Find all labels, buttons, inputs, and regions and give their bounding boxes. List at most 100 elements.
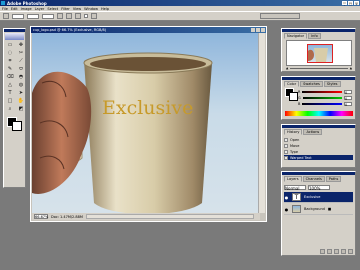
layer-style-icon[interactable] (320, 249, 325, 254)
menu-select[interactable]: Select (47, 7, 58, 11)
menu-layer[interactable]: Layer (35, 7, 45, 11)
opacity-field[interactable]: 100% (308, 185, 330, 191)
tool-icon[interactable]: △ (5, 82, 15, 89)
tool-preset-picker[interactable] (3, 13, 9, 19)
tab-navigator[interactable]: Navigator (284, 33, 308, 39)
tab-layers[interactable]: Layers (284, 176, 302, 182)
history-item[interactable]: Type (284, 149, 353, 154)
tool-icon[interactable]: ⬭ (16, 66, 26, 73)
tab-swatches[interactable]: Swatches (300, 81, 323, 87)
navigator-panel: Navigator Info ▲ ▲ (281, 28, 356, 72)
tool-icon[interactable]: ✂ (16, 50, 26, 57)
red-slider[interactable]: R 0 (298, 90, 352, 95)
tab-history[interactable]: History (284, 129, 303, 135)
green-value[interactable]: 0 (344, 96, 352, 101)
navigator-preview[interactable] (286, 40, 352, 66)
tool-icon[interactable]: ◓ (16, 74, 26, 81)
history-item-selected[interactable]: Warped Text (284, 155, 353, 160)
tab-actions[interactable]: Actions (303, 129, 323, 135)
tab-color[interactable]: Color (284, 81, 300, 87)
navigator-view-box[interactable] (307, 44, 333, 63)
doc-maximize-button[interactable] (256, 28, 260, 32)
history-state-icon (284, 155, 288, 160)
font-style-field[interactable] (27, 13, 39, 19)
zoom-slider-track[interactable] (290, 67, 348, 69)
menu-window[interactable]: Window (84, 7, 98, 11)
minimize-button[interactable]: _ (342, 1, 347, 6)
align-center-button[interactable] (66, 13, 72, 19)
menu-help[interactable]: Help (101, 7, 109, 11)
vertical-scrollbar[interactable] (258, 33, 265, 213)
background-color-swatch[interactable] (12, 121, 22, 131)
align-right-button[interactable] (75, 13, 81, 19)
zoom-field[interactable]: 66.67% (34, 214, 48, 219)
font-size-field[interactable] (42, 13, 54, 19)
palette-well[interactable] (260, 13, 300, 19)
tool-icon[interactable]: □ (5, 98, 15, 105)
new-layer-icon[interactable] (341, 249, 346, 254)
tab-paths[interactable]: Paths (325, 176, 342, 182)
layer-mask-icon[interactable] (327, 249, 332, 254)
layer-row-background[interactable]: ● Background ■ (284, 204, 353, 215)
doc-minimize-button[interactable] (251, 28, 255, 32)
document-title: cup_logo.psd @ 66.7% (Exclusive, RGB/8) (33, 28, 107, 32)
align-left-button[interactable] (57, 13, 63, 19)
toolbox: ▭ ✥ ◌ ✂ ⌗ ⟋ ✎ ⬭ ⌫ ◓ △ ◍ T ➤ □ ✋ ⌕ ◩ (3, 28, 26, 188)
image-canvas[interactable]: Exclusive (32, 33, 259, 213)
blue-slider[interactable]: B 0 (298, 102, 352, 107)
tool-icon[interactable]: ⌫ (5, 74, 15, 81)
green-slider[interactable]: G 0 (298, 96, 352, 101)
tool-icon[interactable]: ▭ (5, 42, 15, 49)
tool-icon[interactable]: ⟋ (16, 58, 26, 65)
trash-icon[interactable] (348, 249, 353, 254)
tool-icon[interactable]: ⌕ (5, 106, 15, 113)
eye-icon[interactable]: ● (284, 207, 289, 212)
horizontal-scrollbar[interactable] (85, 214, 254, 219)
tool-icon[interactable]: ✋ (16, 98, 26, 105)
new-set-icon[interactable] (334, 249, 339, 254)
menu-view[interactable]: View (73, 7, 81, 11)
layer-row-exclusive[interactable]: ● T Exclusive (284, 192, 353, 203)
tab-styles[interactable]: Styles (323, 81, 341, 87)
menu-edit[interactable]: Edit (11, 7, 18, 11)
zoom-in-icon[interactable]: ▲ (350, 66, 352, 70)
blue-value[interactable]: 0 (344, 102, 352, 107)
eye-icon[interactable]: ● (284, 195, 289, 200)
zoom-out-icon[interactable]: ▲ (286, 66, 288, 70)
text-layer-icon: T (292, 193, 301, 201)
adobe-online-icon[interactable] (5, 33, 24, 40)
color-ramp[interactable] (285, 111, 353, 116)
red-value[interactable]: 0 (344, 90, 352, 95)
font-family-field[interactable] (12, 13, 24, 19)
tool-icon[interactable]: ⌗ (5, 58, 15, 65)
navigator-zoom-slider[interactable]: ▲ ▲ (286, 66, 352, 70)
history-item[interactable]: Move (284, 143, 353, 148)
tool-icon[interactable]: ✥ (16, 42, 26, 49)
tool-icon[interactable]: ➤ (16, 90, 26, 97)
tab-channels[interactable]: Channels (302, 176, 325, 182)
history-item[interactable]: Open (284, 137, 353, 142)
tool-icon[interactable]: ◍ (16, 82, 26, 89)
tab-info[interactable]: Info (308, 33, 321, 39)
menu-file[interactable]: File (2, 7, 8, 11)
menu-image[interactable]: Image (21, 7, 32, 11)
toolbox-title-bar[interactable] (4, 29, 25, 32)
color-panel-background-swatch[interactable] (289, 92, 298, 101)
text-color-swatch[interactable] (84, 14, 88, 18)
tool-icon[interactable]: T (5, 90, 15, 97)
close-button[interactable]: × (354, 1, 359, 6)
layer-name: Exclusive (304, 195, 321, 199)
color-swatches (4, 116, 25, 131)
blend-mode-select[interactable]: Normal (284, 185, 306, 191)
tool-icon[interactable]: ◌ (5, 50, 15, 57)
mug-photo (32, 52, 213, 213)
tool-icon[interactable]: ◩ (16, 106, 26, 113)
tool-icon[interactable]: ✎ (5, 66, 15, 73)
history-state-icon (284, 149, 288, 154)
menu-filter[interactable]: Filter (61, 7, 70, 11)
warp-text-button[interactable] (91, 13, 97, 19)
history-state-icon (284, 143, 288, 148)
maximize-button[interactable]: □ (348, 1, 353, 6)
doc-close-button[interactable] (261, 28, 265, 32)
layer-name: Background (304, 207, 325, 211)
